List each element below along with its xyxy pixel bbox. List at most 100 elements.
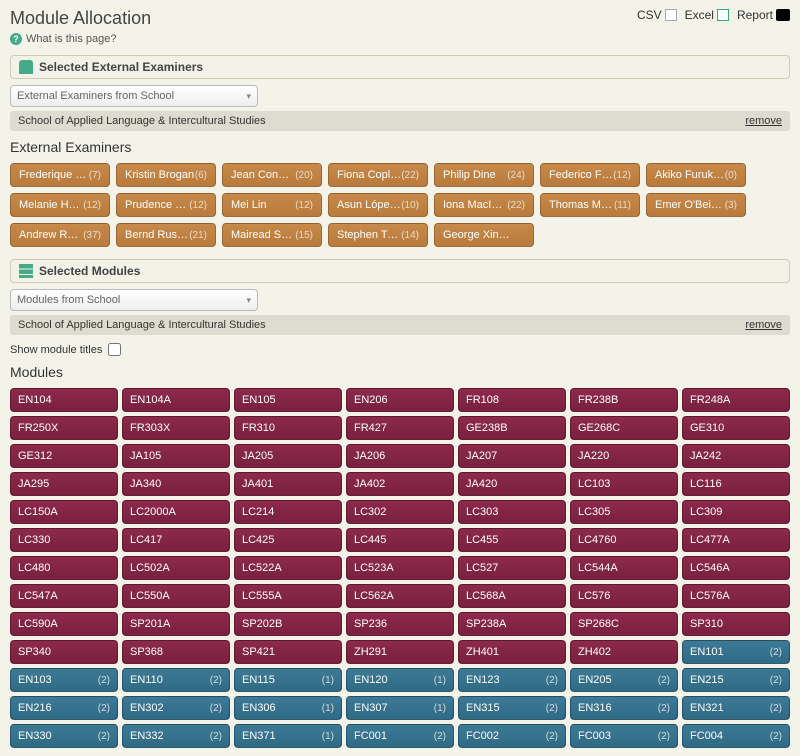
module-chip[interactable]: JA340: [122, 472, 230, 496]
module-chip[interactable]: JA295: [10, 472, 118, 496]
module-chip[interactable]: GE238B: [458, 416, 566, 440]
module-chip[interactable]: LC103: [570, 472, 678, 496]
module-chip[interactable]: FC003(2): [570, 724, 678, 748]
module-chip[interactable]: JA420: [458, 472, 566, 496]
examiner-chip[interactable]: Frederique Br…(7): [10, 163, 110, 187]
module-chip[interactable]: JA206: [346, 444, 454, 468]
examiner-chip[interactable]: Mairead Seery(15): [222, 223, 322, 247]
examiner-chip[interactable]: Prudence Hol…(12): [116, 193, 216, 217]
module-chip[interactable]: LC562A: [346, 584, 454, 608]
module-chip[interactable]: FC002(2): [458, 724, 566, 748]
module-chip[interactable]: LC568A: [458, 584, 566, 608]
module-chip[interactable]: LC445: [346, 528, 454, 552]
module-chip[interactable]: FR303X: [122, 416, 230, 440]
module-chip[interactable]: EN205(2): [570, 668, 678, 692]
module-chip[interactable]: FR250X: [10, 416, 118, 440]
examiner-chip[interactable]: Stephen Turk…(14): [328, 223, 428, 247]
module-chip[interactable]: JA205: [234, 444, 342, 468]
module-chip[interactable]: LC523A: [346, 556, 454, 580]
module-chip[interactable]: JA220: [570, 444, 678, 468]
module-chip[interactable]: LC309: [682, 500, 790, 524]
examiner-chip[interactable]: Akiko Furukawa(0): [646, 163, 746, 187]
module-chip[interactable]: LC576: [570, 584, 678, 608]
examiner-chip[interactable]: Philip Dine(24): [434, 163, 534, 187]
module-chip[interactable]: EN110(2): [122, 668, 230, 692]
module-chip[interactable]: LC455: [458, 528, 566, 552]
examiner-chip[interactable]: Iona MacIntyre(22): [434, 193, 534, 217]
module-chip[interactable]: JA105: [122, 444, 230, 468]
examiner-chip[interactable]: Kristin Brogan(6): [116, 163, 216, 187]
module-chip[interactable]: FR238B: [570, 388, 678, 412]
module-chip[interactable]: EN332(2): [122, 724, 230, 748]
examiner-chip[interactable]: Mei Lin(12): [222, 193, 322, 217]
export-excel[interactable]: Excel: [685, 8, 729, 22]
module-chip[interactable]: GE268C: [570, 416, 678, 440]
export-csv[interactable]: CSV: [637, 8, 677, 22]
module-chip[interactable]: EN103(2): [10, 668, 118, 692]
module-chip[interactable]: LC547A: [10, 584, 118, 608]
module-chip[interactable]: LC527: [458, 556, 566, 580]
module-chip[interactable]: JA207: [458, 444, 566, 468]
module-chip[interactable]: LC576A: [682, 584, 790, 608]
module-chip[interactable]: JA401: [234, 472, 342, 496]
module-chip[interactable]: FC001(2): [346, 724, 454, 748]
module-chip[interactable]: SP268C: [570, 612, 678, 636]
module-chip[interactable]: LC544A: [570, 556, 678, 580]
module-chip[interactable]: SP238A: [458, 612, 566, 636]
module-chip[interactable]: FR108: [458, 388, 566, 412]
module-chip[interactable]: SP201A: [122, 612, 230, 636]
module-chip[interactable]: JA402: [346, 472, 454, 496]
module-chip[interactable]: FR310: [234, 416, 342, 440]
module-chip[interactable]: EN315(2): [458, 696, 566, 720]
examiner-chip[interactable]: George Xinsh…: [434, 223, 534, 247]
module-chip[interactable]: LC305: [570, 500, 678, 524]
examiner-chip[interactable]: Melanie Hoe…(12): [10, 193, 110, 217]
module-chip[interactable]: GE312: [10, 444, 118, 468]
module-chip[interactable]: EN316(2): [570, 696, 678, 720]
module-chip[interactable]: SP236: [346, 612, 454, 636]
module-chip[interactable]: FR427: [346, 416, 454, 440]
module-chip[interactable]: LC480: [10, 556, 118, 580]
module-chip[interactable]: LC425: [234, 528, 342, 552]
module-chip[interactable]: LC502A: [122, 556, 230, 580]
module-chip[interactable]: LC302: [346, 500, 454, 524]
examiner-chip[interactable]: Andrew Roth…(37): [10, 223, 110, 247]
module-chip[interactable]: EN105: [234, 388, 342, 412]
module-chip[interactable]: EN104A: [122, 388, 230, 412]
module-chip[interactable]: LC477A: [682, 528, 790, 552]
module-chip[interactable]: EN215(2): [682, 668, 790, 692]
module-chip[interactable]: EN206: [346, 388, 454, 412]
module-chip[interactable]: EN115(1): [234, 668, 342, 692]
examiner-chip[interactable]: Bernd Ruschoff(21): [116, 223, 216, 247]
module-chip[interactable]: LC590A: [10, 612, 118, 636]
module-chip[interactable]: EN104: [10, 388, 118, 412]
examiner-chip[interactable]: Asun López-…(10): [328, 193, 428, 217]
examiner-chip[interactable]: Thomas McA…(11): [540, 193, 640, 217]
show-titles-checkbox[interactable]: [108, 343, 121, 356]
module-chip[interactable]: GE310: [682, 416, 790, 440]
module-chip[interactable]: LC303: [458, 500, 566, 524]
export-report[interactable]: Report: [737, 8, 790, 22]
module-chip[interactable]: LC214: [234, 500, 342, 524]
examiner-chip[interactable]: Jean Conacher(20): [222, 163, 322, 187]
module-chip[interactable]: EN307(1): [346, 696, 454, 720]
module-chip[interactable]: LC116: [682, 472, 790, 496]
module-chip[interactable]: LC2000A: [122, 500, 230, 524]
module-chip[interactable]: EN330(2): [10, 724, 118, 748]
modules-remove[interactable]: remove: [745, 319, 782, 331]
module-chip[interactable]: EN306(1): [234, 696, 342, 720]
module-chip[interactable]: EN371(1): [234, 724, 342, 748]
module-chip[interactable]: LC330: [10, 528, 118, 552]
module-chip[interactable]: EN302(2): [122, 696, 230, 720]
examiners-school-select[interactable]: External Examiners from School ▾: [10, 85, 258, 107]
help-link[interactable]: ? What is this page?: [10, 33, 790, 45]
module-chip[interactable]: EN120(1): [346, 668, 454, 692]
modules-school-select[interactable]: Modules from School ▾: [10, 289, 258, 311]
module-chip[interactable]: EN216(2): [10, 696, 118, 720]
examiners-remove[interactable]: remove: [745, 115, 782, 127]
module-chip[interactable]: LC522A: [234, 556, 342, 580]
module-chip[interactable]: SP202B: [234, 612, 342, 636]
examiner-chip[interactable]: Fiona Copland(22): [328, 163, 428, 187]
module-chip[interactable]: LC4760: [570, 528, 678, 552]
module-chip[interactable]: LC550A: [122, 584, 230, 608]
